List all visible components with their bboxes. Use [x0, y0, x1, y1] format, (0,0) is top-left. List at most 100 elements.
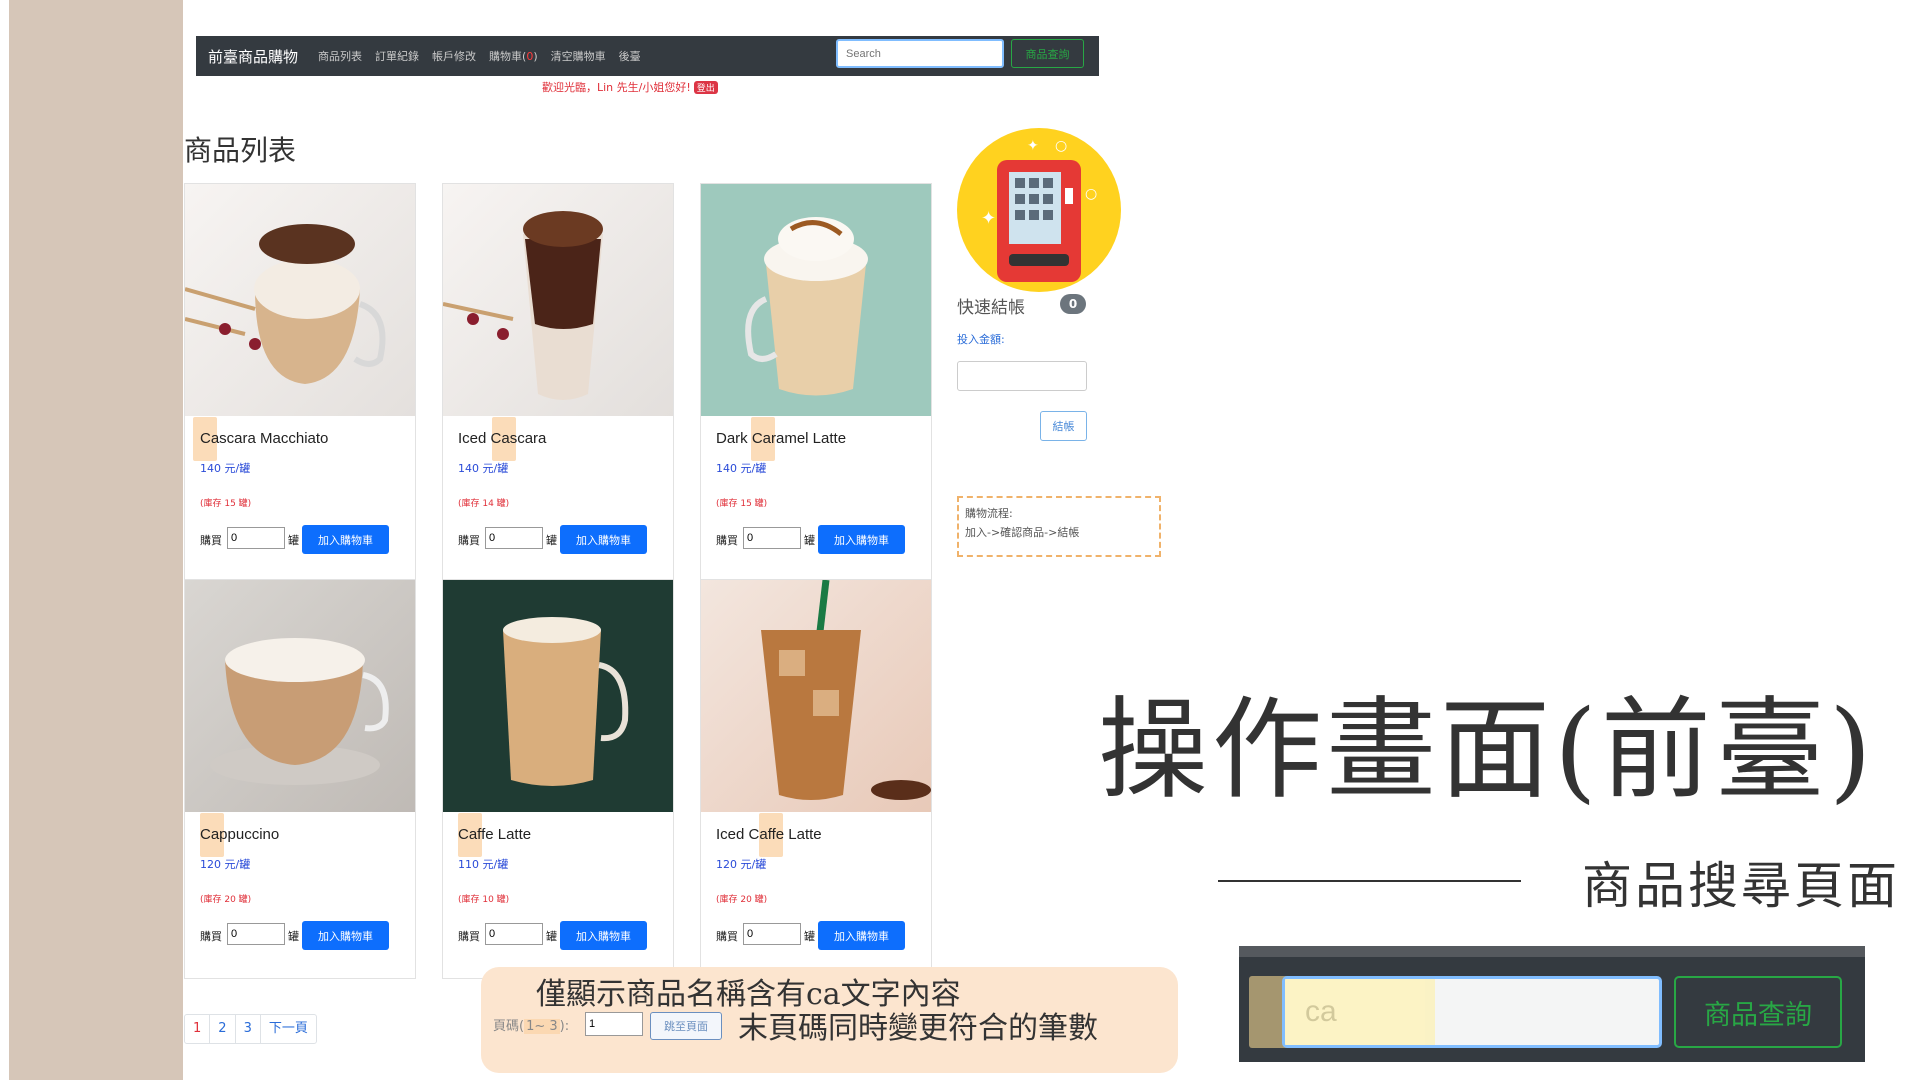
pagination: 1 2 3 下一頁	[184, 1014, 317, 1044]
unit-label: 罐	[288, 930, 299, 943]
buy-label: 購買	[200, 930, 222, 943]
unit-label: 罐	[546, 930, 557, 943]
insert-amount-label: 投入金額:	[957, 333, 1005, 346]
svg-text:✦: ✦	[981, 208, 996, 229]
page-title: 商品列表	[184, 134, 297, 167]
checkout-button[interactable]: 結帳	[1040, 411, 1087, 441]
nav-backend[interactable]: 後臺	[619, 48, 641, 64]
nav-cart-count: 0	[526, 50, 534, 63]
add-to-cart-button[interactable]: 加入購物車	[560, 525, 647, 554]
quantity-input[interactable]	[227, 923, 285, 945]
product-card: Dark Caramel Latte 140 元/罐 (庫存 15 罐) 購買 …	[700, 183, 932, 580]
flow-title: 購物流程:	[965, 507, 1013, 520]
add-to-cart-button[interactable]: 加入購物車	[302, 921, 389, 950]
annotation-note-2: 末頁碼同時變更符合的筆數	[738, 1011, 1098, 1046]
buy-label: 購買	[458, 534, 480, 547]
unit-label: 罐	[546, 534, 557, 547]
nav-order-history[interactable]: 訂單紀錄	[375, 48, 419, 64]
zoom-text-highlight	[1285, 979, 1435, 1045]
add-to-cart-button[interactable]: 加入購物車	[818, 921, 905, 950]
page-link-3[interactable]: 3	[236, 1015, 261, 1043]
slide-subtitle: 商品搜尋頁面	[1582, 857, 1900, 915]
product-price: 120 元/罐	[200, 858, 251, 871]
product-stock: (庫存 20 罐)	[200, 895, 252, 905]
product-card: Iced Cascara 140 元/罐 (庫存 14 罐) 購買 罐 加入購物…	[442, 183, 674, 580]
nav-clear-cart[interactable]: 清空購物車	[551, 48, 606, 64]
logout-button[interactable]: 登出	[693, 81, 718, 94]
quantity-input[interactable]	[485, 923, 543, 945]
product-price: 140 元/罐	[458, 462, 509, 475]
product-search-button[interactable]: 商品查詢	[1011, 39, 1084, 68]
page-link-2[interactable]: 2	[210, 1015, 236, 1043]
zoom-top-line	[1239, 946, 1865, 957]
svg-text:✦: ✦	[1027, 138, 1039, 154]
product-name: Iced Cascara	[458, 430, 547, 447]
quick-checkout-label: 快速結帳	[957, 298, 1025, 318]
svg-text:○: ○	[1055, 138, 1067, 154]
product-name: Caffe Latte	[458, 826, 532, 843]
money-input[interactable]	[957, 361, 1087, 391]
slide-title: 操作畫面(前臺)	[1098, 686, 1876, 814]
product-price: 140 元/罐	[716, 462, 767, 475]
product-name: Dark Caramel Latte	[716, 430, 847, 447]
zoomed-search-bar: 商品查詢	[1239, 946, 1865, 1062]
buy-label: 購買	[716, 534, 738, 547]
add-to-cart-button[interactable]: 加入購物車	[560, 921, 647, 950]
vending-machine-icon: ✦ ○ ✦ ○	[957, 128, 1121, 292]
quantity-input[interactable]	[743, 923, 801, 945]
cart-count-badge: 0	[1060, 294, 1086, 314]
add-to-cart-button[interactable]: 加入購物車	[302, 525, 389, 554]
nav-product-list[interactable]: 商品列表	[318, 48, 362, 64]
product-stock: (庫存 15 罐)	[716, 499, 768, 509]
product-price: 110 元/罐	[458, 858, 509, 871]
add-to-cart-button[interactable]: 加入購物車	[818, 525, 905, 554]
product-card: Cappuccino 120 元/罐 (庫存 20 罐) 購買 罐 加入購物車	[184, 579, 416, 979]
page-info: 頁碼(1~ 3):	[493, 1015, 569, 1034]
shopping-flow-box: 購物流程: 加入->確認商品->結帳	[957, 496, 1161, 557]
product-card: Cascara Macchiato 140 元/罐 (庫存 15 罐) 購買 罐…	[184, 183, 416, 580]
flow-steps: 加入->確認商品->結帳	[965, 526, 1080, 539]
product-price: 140 元/罐	[200, 462, 251, 475]
product-price: 120 元/罐	[716, 858, 767, 871]
page-info-prefix: 頁碼(	[493, 1019, 525, 1034]
product-name: Iced Caffe Latte	[716, 826, 822, 843]
buy-label: 購買	[200, 534, 222, 547]
quantity-input[interactable]	[743, 527, 801, 549]
unit-label: 罐	[804, 534, 815, 547]
page-info-suffix: ):	[559, 1019, 570, 1034]
product-stock: (庫存 20 罐)	[716, 895, 768, 905]
left-decor-panel	[0, 0, 183, 1080]
quantity-input[interactable]	[227, 527, 285, 549]
product-image	[185, 580, 415, 812]
nav-account-edit[interactable]: 帳戶修改	[432, 48, 476, 64]
navbar-brand[interactable]: 前臺商品購物	[208, 46, 298, 67]
product-card: Caffe Latte 110 元/罐 (庫存 10 罐) 購買 罐 加入購物車	[442, 579, 674, 979]
product-image	[185, 184, 415, 416]
unit-label: 罐	[288, 534, 299, 547]
welcome-message: 歡迎光臨，Lin 先生/小姐您好! 登出	[542, 79, 718, 95]
page-link-1[interactable]: 1	[185, 1015, 211, 1043]
product-stock: (庫存 14 罐)	[458, 499, 510, 509]
unit-label: 罐	[804, 930, 815, 943]
jump-to-page-button[interactable]: 跳至頁面	[650, 1012, 722, 1040]
welcome-text: 歡迎光臨，Lin 先生/小姐您好!	[542, 81, 691, 94]
product-name: Cappuccino	[200, 826, 280, 843]
product-image	[701, 184, 931, 416]
product-card: Iced Caffe Latte 120 元/罐 (庫存 20 罐) 購買 罐 …	[700, 579, 932, 979]
page-number-input[interactable]	[585, 1012, 643, 1036]
product-stock: (庫存 10 罐)	[458, 895, 510, 905]
search-input[interactable]	[836, 39, 1004, 68]
product-name: Cascara Macchiato	[200, 430, 329, 447]
nav-cart-label: 購物車	[489, 50, 523, 63]
quantity-input[interactable]	[485, 527, 543, 549]
buy-label: 購買	[716, 930, 738, 943]
next-page-link[interactable]: 下一頁	[261, 1015, 316, 1043]
zoomed-product-search-button[interactable]: 商品查詢	[1674, 976, 1842, 1048]
product-image	[443, 580, 673, 812]
buy-label: 購買	[458, 930, 480, 943]
product-image	[443, 184, 673, 416]
svg-text:○: ○	[1085, 186, 1097, 202]
page-info-range: 1~ 3	[524, 1019, 560, 1034]
product-image	[701, 580, 931, 812]
nav-cart[interactable]: 購物車(0)	[489, 48, 538, 64]
